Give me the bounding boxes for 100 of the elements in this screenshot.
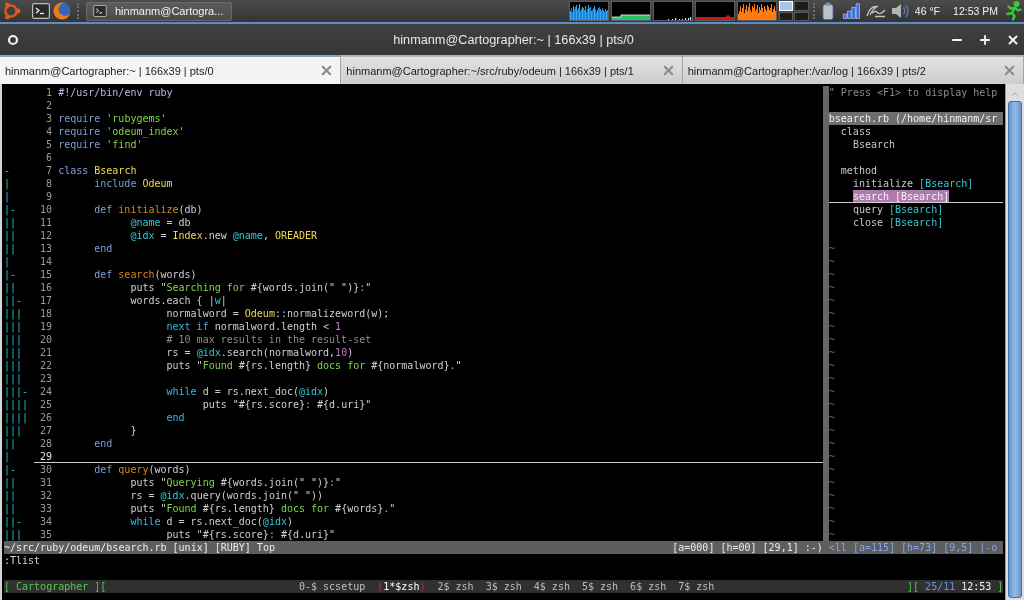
fold-marker[interactable]: ||| [4,425,23,436]
tag-entry[interactable]: Bsearch [852,138,896,151]
workspace-tile[interactable] [794,1,809,11]
code-line: require 'odeum_index' [58,125,185,138]
code-line: include Odeum [94,177,173,190]
temperature[interactable]: 46 °F [914,5,941,17]
fold-marker[interactable]: || [4,243,17,254]
fold-marker[interactable]: |- [4,204,17,215]
terminal-icon[interactable] [32,3,50,19]
fold-marker[interactable]: ||| [4,347,23,358]
window-label: 5$ zsh [581,580,619,593]
tag-entry[interactable]: query [Bsearch] [852,203,944,216]
workspace-tile[interactable] [794,11,809,21]
empty-line-marker: ~ [828,385,835,398]
fold-marker[interactable]: ||| [4,321,23,332]
scrollbar[interactable] [1005,84,1024,600]
line-number: 29 [40,451,53,462]
ring-logo-icon[interactable] [1,1,21,21]
fold-marker[interactable]: || [4,477,17,488]
terminal-tab[interactable]: hinmanm@Cartographer:~/src/ruby/odeum | 166x39 | pts/1 [341,55,683,84]
fold-marker[interactable]: ||| [4,529,23,540]
fold-marker[interactable]: || [4,217,17,228]
signal-bars-icon[interactable] [842,3,861,19]
scribble-logo-icon[interactable] [864,4,887,18]
status-bracket: ] [997,580,1004,593]
fold-marker[interactable]: ||| [4,360,23,371]
line-number: 7 [46,165,53,176]
fold-marker[interactable]: | [4,451,11,462]
fold-marker[interactable]: | [4,256,11,267]
fold-marker[interactable]: ||| [4,373,23,384]
empty-line-marker: ~ [828,346,835,359]
code-line: while d = rs.next_doc(@idx) [166,385,330,398]
fold-marker[interactable]: |- [4,269,17,280]
running-man-icon[interactable] [1004,1,1022,21]
empty-line-marker: ~ [828,294,835,307]
ring-icon[interactable] [7,33,19,46]
globe-icon[interactable] [52,1,72,21]
line-number: 17 [40,295,53,306]
line-number: 2 [46,100,53,111]
tag-entry[interactable]: initialize [Bsearch] [852,177,974,190]
terminal-tab[interactable]: hinmanm@Cartographer:/var/log | 166x39 | pts/2 [682,55,1024,84]
fold-marker[interactable]: || [4,230,17,241]
fold-marker[interactable]: |||| [4,412,29,423]
status-date: 25/11 [925,580,956,593]
empty-line-marker: ~ [828,268,835,281]
terminal-icon[interactable] [93,5,107,17]
fold-marker[interactable]: || [4,503,17,514]
line-number: 34 [40,516,53,527]
maximize-icon[interactable] [978,32,992,47]
tag-group-label[interactable]: method [840,164,877,177]
line-number: 22 [40,360,53,371]
window-label: 6$ zsh [630,580,667,593]
tag-group-label[interactable]: class [840,125,871,138]
fold-marker[interactable]: |||| [4,399,29,410]
fold-marker[interactable]: ||- [4,295,23,306]
fold-marker[interactable]: || [4,490,17,501]
code-line: def search(words) [94,268,197,281]
tab-label[interactable]: hinmanm@Cartographer:~ | 166x39 | pts/0 [5,64,214,77]
line-number: 28 [40,438,53,449]
tab-label[interactable]: hinmanm@Cartographer:~/src/ruby/odeum | 166x39 | pts/1 [346,64,634,77]
clipboard-icon[interactable] [821,2,834,20]
line-number: 15 [40,269,53,280]
fold-marker[interactable]: ||| [4,334,23,345]
line-number: 18 [40,308,53,319]
file-status: ~/src/ruby/odeum/bsearch.rb [unix] [RUBY] Top [4,541,275,554]
code-line: puts "#{rs.score}: #{d.uri}" [202,398,372,411]
code-line: } [130,424,137,437]
taskbar-button[interactable]: hinmanm@Cartogra... [86,1,232,21]
empty-line-marker: ~ [828,242,835,255]
status-bracket: ][ [907,580,920,593]
line-number: 19 [40,321,53,332]
scrollbar-thumb[interactable] [1008,101,1022,598]
window-title: hinmanm@Cartographer:~ | 166x39 | pts/0 [393,32,634,47]
empty-line-marker: ~ [828,255,835,268]
line-number: 4 [46,126,53,137]
fold-marker[interactable]: || [4,282,17,293]
line-number: 30 [40,464,53,475]
clock[interactable]: 12:53 PM [953,5,998,17]
activity-graph [736,1,777,21]
fold-marker[interactable]: |- [4,464,17,475]
fold-marker[interactable]: - [4,165,11,176]
fold-marker[interactable]: | [4,178,11,189]
code-line: while d = rs.next_doc(@idx) [130,515,293,528]
speaker-icon[interactable] [889,2,910,20]
file-heading[interactable]: bsearch.rb (/home/hinmanm/sr [828,112,1004,125]
line-number: 35 [40,529,53,540]
fold-marker[interactable]: || [4,438,17,449]
fold-marker[interactable]: ||- [4,516,23,527]
line-number: 5 [46,139,53,150]
fold-marker[interactable]: ||| [4,308,23,319]
tab-label[interactable]: hinmanm@Cartographer:/var/log | 166x39 | pts/2 [687,64,926,77]
line-number: 21 [40,347,53,358]
fold-marker[interactable]: | [4,191,11,202]
code-line: # 10 max results in the result-set [166,333,372,346]
workspace-tile[interactable] [778,11,794,21]
terminal-tab[interactable]: hinmanm@Cartographer:~ | 166x39 | pts/0 [0,55,342,84]
line-number: 14 [40,256,53,267]
fold-marker[interactable]: |||- [4,386,29,397]
tag-entry[interactable]: close [Bsearch] [852,216,944,229]
line-number: 31 [40,477,53,488]
